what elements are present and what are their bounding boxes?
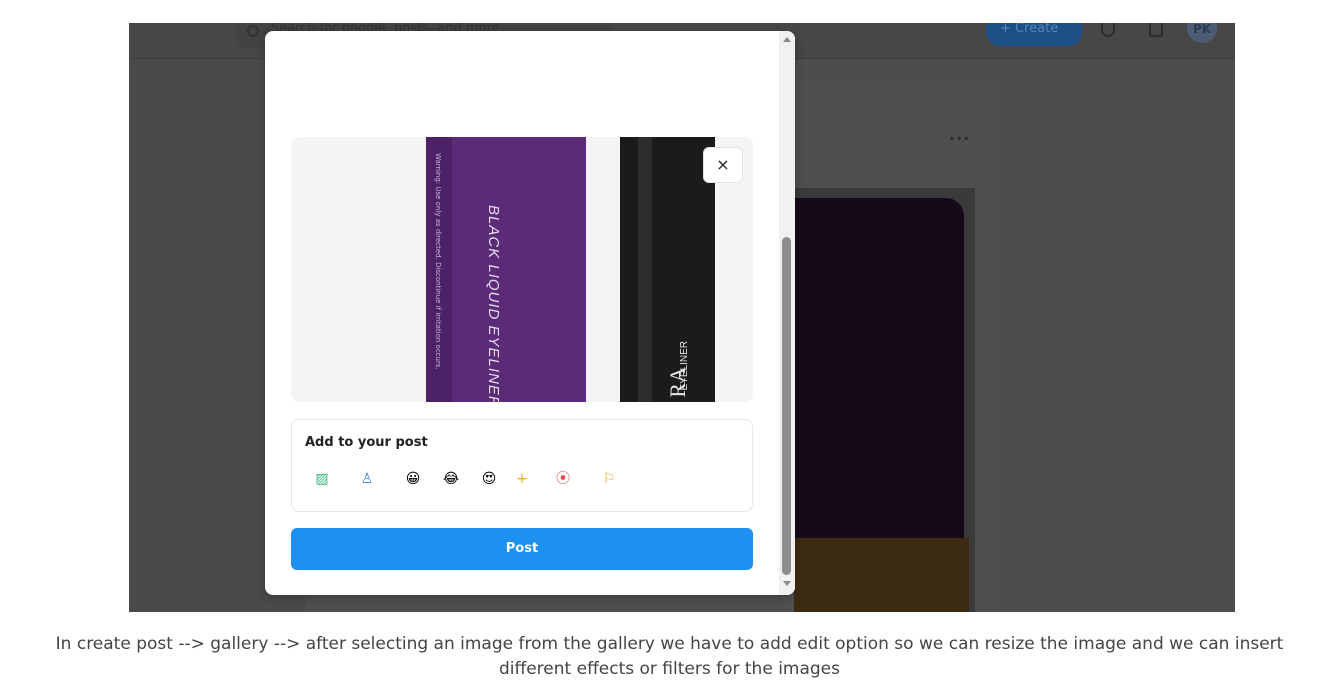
box-warning-text: Warning: Use only as directed. Discontin… [434, 153, 442, 370]
flag-icon[interactable]: ⚐ [598, 468, 620, 490]
pen-label: EYELINER [679, 341, 690, 391]
scroll-up-arrow-icon[interactable] [783, 37, 791, 42]
plus-icon[interactable]: + [511, 468, 533, 490]
box-label: BLACK LIQUID EYELINER [485, 205, 502, 402]
photo-icon[interactable]: ▨ [311, 468, 333, 490]
search-icon [247, 25, 259, 37]
selected-image-preview: Warning: Use only as directed. Discontin… [291, 137, 753, 402]
notifications-icon[interactable] [1149, 23, 1163, 37]
right-sidebar [1000, 59, 1235, 612]
smile-emoji-icon[interactable]: 😀 [402, 468, 424, 490]
feed-post-image-dark [794, 198, 964, 538]
heart-eyes-emoji-icon[interactable]: 😍 [478, 468, 500, 490]
create-button[interactable]: + Create [986, 23, 1082, 46]
eyeliner-pen [620, 137, 715, 402]
modal-scrollbar[interactable] [779, 31, 795, 595]
feed-post-image-bottom [794, 538, 969, 612]
post-button[interactable]: Post [291, 528, 753, 570]
location-icon[interactable]: ⦿ [552, 468, 574, 490]
avatar[interactable]: PK [1187, 23, 1217, 43]
add-to-post-title: Add to your post [305, 435, 428, 450]
scroll-thumb[interactable] [782, 237, 791, 575]
remove-image-button[interactable]: × [703, 147, 743, 183]
messages-icon[interactable] [1101, 23, 1115, 37]
annotation-caption: In create post --> gallery --> after sel… [0, 632, 1339, 682]
laugh-emoji-icon[interactable]: 😂 [440, 468, 462, 490]
scroll-down-arrow-icon[interactable] [783, 581, 791, 586]
caption-line-1: In create post --> gallery --> after sel… [55, 634, 1284, 654]
create-post-modal: Warning: Use only as directed. Discontin… [265, 31, 795, 595]
eyeliner-pen-highlight [638, 137, 652, 402]
product-photo: Warning: Use only as directed. Discontin… [313, 137, 753, 402]
caption-line-2: different effects or filters for the ima… [499, 659, 840, 679]
more-options-icon[interactable]: ··· [949, 129, 970, 148]
tag-people-icon[interactable]: ♙ [356, 468, 378, 490]
add-to-post-panel: Add to your post ▨ ♙ 😀 😂 😍 + ⦿ ⚐ [291, 419, 753, 512]
